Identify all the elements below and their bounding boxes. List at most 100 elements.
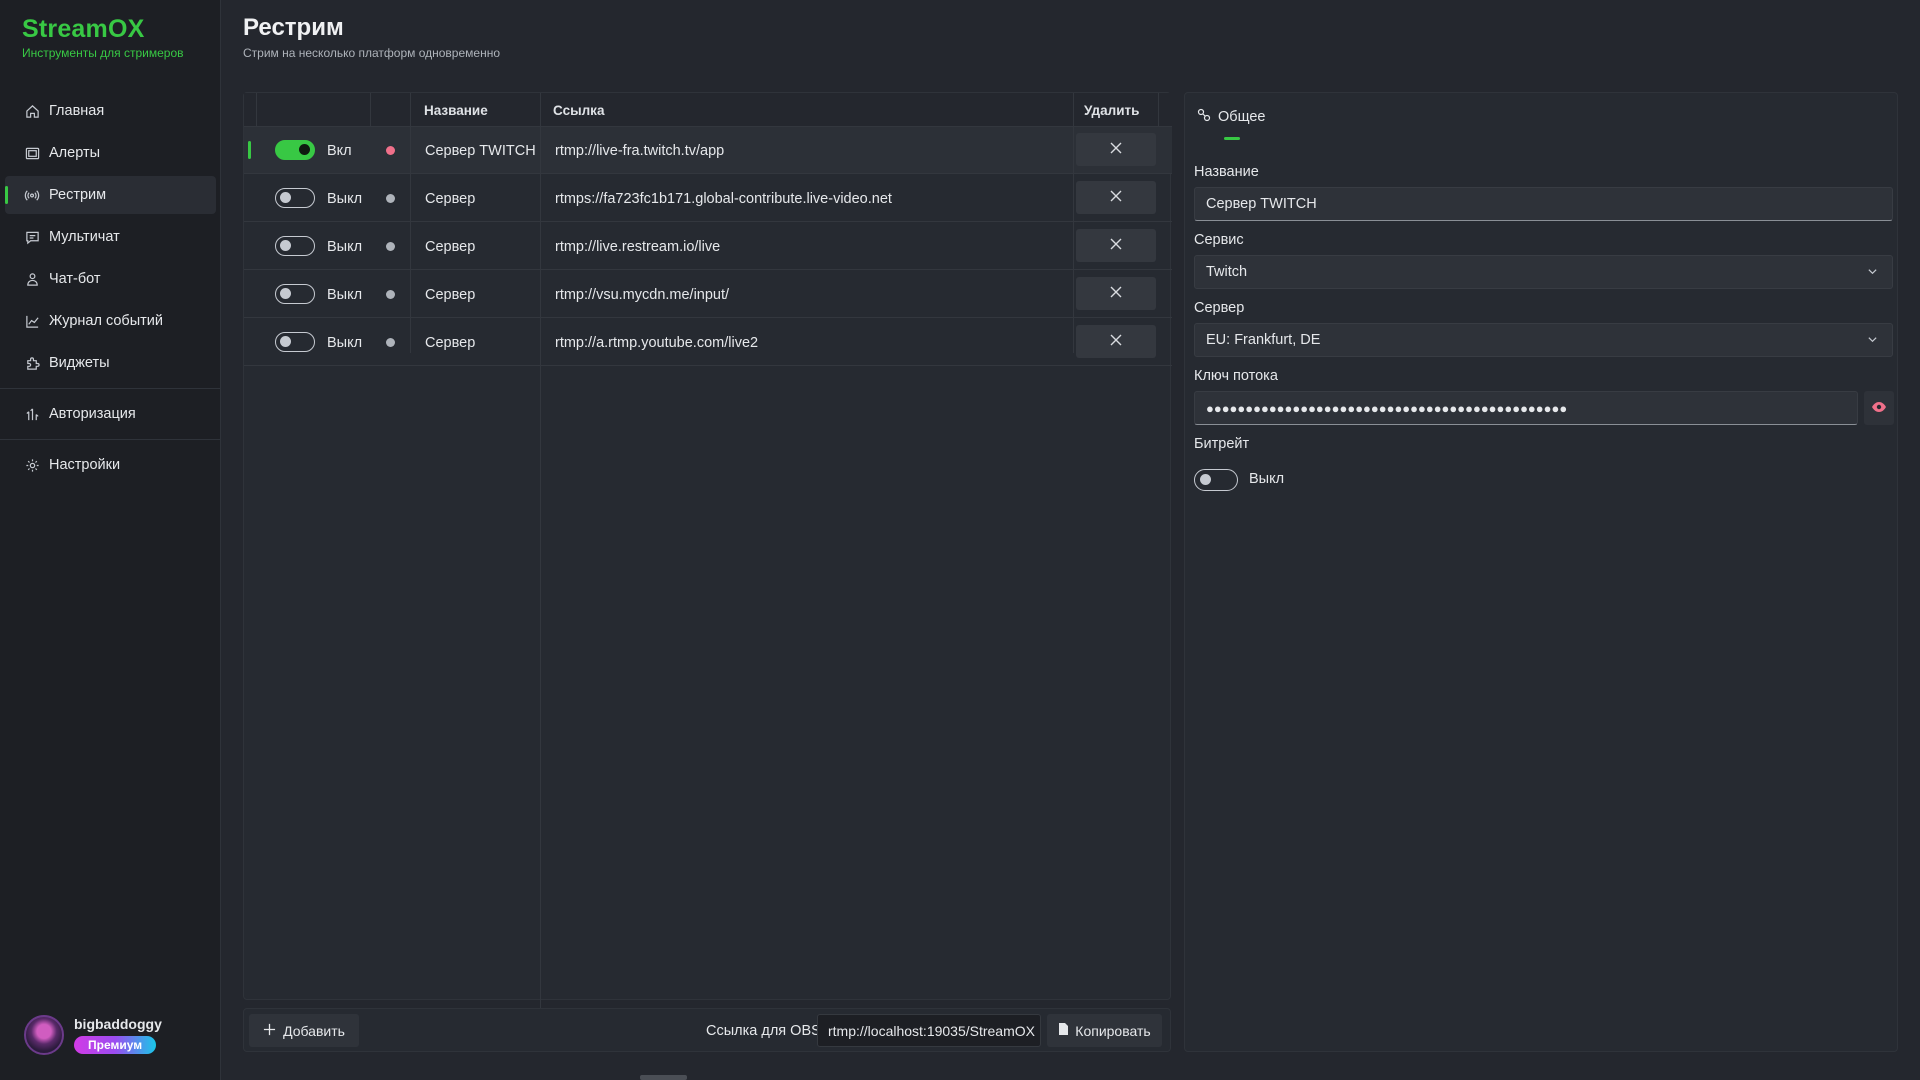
server-value: EU: Frankfurt, DE [1206,332,1321,348]
toggle-knob [280,288,291,299]
server-name: Сервер [425,190,476,207]
copy-label: Копировать [1075,1022,1151,1039]
enable-toggle[interactable] [275,332,315,352]
bitrate-label: Битрейт [1194,436,1250,452]
toggle-knob [299,144,310,155]
toggle-state-label: Выкл [327,190,363,207]
puzzle-icon [24,355,40,371]
table-row[interactable]: Вкл Сервер TWITCH rtmp://live-fra.twitch… [244,127,1172,174]
sidebar-item-alerts[interactable]: Алерты [5,134,216,172]
server-name: Сервер [425,334,476,351]
delete-button[interactable] [1076,277,1156,310]
chart-icon [24,313,40,329]
server-select[interactable]: EU: Frankfurt, DE [1194,323,1893,357]
close-icon [1110,285,1122,302]
brand: StreamOX Инструменты для стримеров [22,15,184,60]
column-divider [1073,93,1074,127]
stream-key-field[interactable]: ●●●●●●●●●●●●●●●●●●●●●●●●●●●●●●●●●●●●●●●●… [1194,391,1858,425]
user-profile[interactable]: bigbaddoggy Премиум [24,1015,162,1055]
gear-icon [24,457,40,473]
close-icon [1110,333,1122,350]
bottom-bar: Добавить Ссылка для OBS rtmp://localhost… [243,1008,1171,1052]
column-divider [1073,127,1074,353]
service-value: Twitch [1206,264,1248,280]
server-url: rtmp://live-fra.twitch.tv/app [555,142,725,159]
avatar[interactable] [24,1015,64,1055]
server-name: Сервер [425,286,476,303]
sidebar-item-label: Журнал событий [49,313,163,329]
column-divider [540,127,541,1035]
sidebar-item-chatbot[interactable]: Чат-бот [5,260,216,298]
nav-divider [0,439,221,440]
sidebar-item-label: Рестрим [49,187,107,203]
app-title: StreamOX [22,15,145,43]
enable-toggle[interactable] [275,236,315,256]
name-field[interactable]: Сервер TWITCH [1194,187,1893,221]
nav-divider [0,388,221,389]
service-select[interactable]: Twitch [1194,255,1893,289]
obs-link-field[interactable]: rtmp://localhost:19035/StreamOX [817,1014,1041,1047]
delete-button[interactable] [1076,325,1156,358]
chevron-down-icon [1867,265,1878,281]
enable-toggle[interactable] [275,140,315,160]
sidebar-item-auth[interactable]: Авторизация [5,395,216,433]
broadcast-icon [24,187,40,203]
column-divider [540,93,541,127]
table-row[interactable]: Выкл Сервер rtmp://live.restream.io/live [244,223,1172,270]
alerts-icon [24,145,40,161]
enable-toggle[interactable] [275,284,315,304]
enable-toggle[interactable] [275,188,315,208]
close-icon [1110,237,1122,254]
sidebar-nav: Главная Алерты Рестрим Мультичат Чат-бот [0,92,221,488]
delete-button[interactable] [1076,181,1156,214]
show-key-button[interactable] [1864,391,1894,425]
delete-button[interactable] [1076,133,1156,166]
add-label: Добавить [283,1022,345,1039]
name-label: Название [1194,164,1259,180]
status-dot [386,290,395,299]
status-dot [386,338,395,347]
plus-icon [263,1023,276,1039]
sidebar-item-label: Алерты [49,145,101,161]
home-icon [24,103,40,119]
eye-icon [1871,400,1887,417]
table-row[interactable]: Выкл Сервер rtmp://vsu.mycdn.me/input/ [244,271,1172,318]
server-label: Сервер [1194,300,1245,316]
sidebar-item-widgets[interactable]: Виджеты [5,344,216,382]
toggle-state-label: Вкл [327,142,352,159]
premium-badge: Премиум [74,1036,157,1054]
toggle-knob [1200,474,1211,485]
column-divider [370,93,371,127]
sidebar-item-home[interactable]: Главная [5,92,216,130]
column-divider [256,93,257,127]
server-url: rtmps://fa723fc1b171.global-contribute.l… [555,190,892,207]
copy-button[interactable]: Копировать [1047,1014,1162,1047]
tab-general[interactable]: Общее [1196,107,1265,127]
sidebar: StreamOX Инструменты для стримеров Главн… [0,0,221,1080]
sidebar-item-event-log[interactable]: Журнал событий [5,302,216,340]
auth-icon [24,406,40,422]
chat-icon [24,229,40,245]
sidebar-item-label: Настройки [49,457,121,473]
table-row[interactable]: Выкл Сервер rtmp://a.rtmp.youtube.com/li… [244,319,1172,366]
obs-link-label: Ссылка для OBS [706,1023,821,1039]
bitrate-toggle[interactable] [1194,469,1238,491]
header-name[interactable]: Название [424,93,488,127]
sidebar-item-multichat[interactable]: Мультичат [5,218,216,256]
header-url[interactable]: Ссылка [553,93,604,127]
sidebar-item-label: Мультичат [49,229,120,245]
chevron-down-icon [1867,333,1878,349]
column-divider [410,127,411,353]
add-server-button[interactable]: Добавить [249,1014,359,1047]
toggle-knob [280,240,291,251]
document-icon [1058,1022,1069,1039]
scroll-indicator[interactable] [640,1075,687,1080]
table-row[interactable]: Выкл Сервер rtmps://fa723fc1b171.global-… [244,175,1172,222]
sidebar-item-settings[interactable]: Настройки [5,446,216,484]
sidebar-item-label: Чат-бот [49,271,101,287]
status-dot [386,194,395,203]
column-divider [410,93,411,127]
toggle-state-label: Выкл [327,286,363,303]
sidebar-item-restream[interactable]: Рестрим [5,176,216,214]
delete-button[interactable] [1076,229,1156,262]
